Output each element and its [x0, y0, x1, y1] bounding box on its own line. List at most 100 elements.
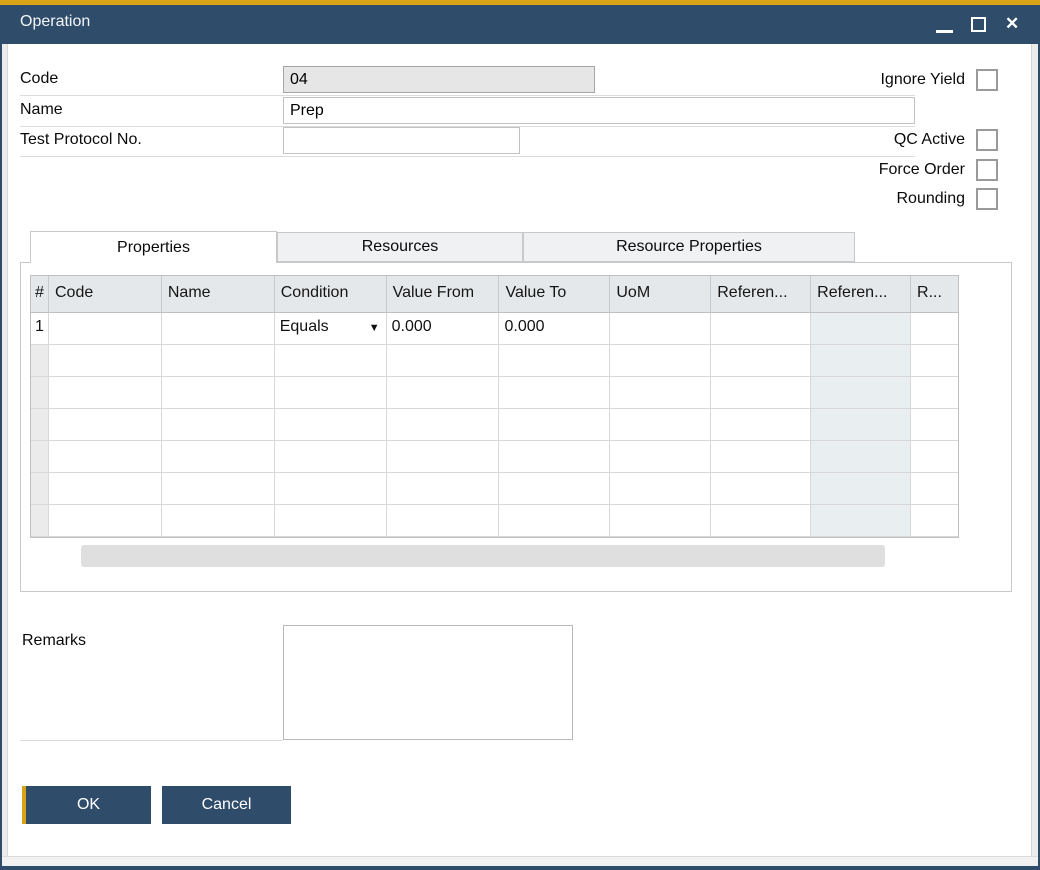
- remarks-textarea[interactable]: [283, 625, 573, 740]
- rounding-checkbox[interactable]: [976, 188, 998, 210]
- r-cell[interactable]: [911, 409, 958, 441]
- ignore-yield-checkbox[interactable]: [976, 69, 998, 91]
- reference2-cell[interactable]: [811, 473, 911, 505]
- reference1-cell[interactable]: [711, 505, 811, 537]
- condition-cell[interactable]: Equals ▼: [275, 313, 387, 345]
- table-row-1[interactable]: 1 Equals ▼ 0.000 0.000: [31, 313, 958, 345]
- value-from-cell[interactable]: [387, 473, 500, 505]
- reference1-cell[interactable]: [711, 313, 811, 345]
- minimize-button[interactable]: [928, 5, 962, 44]
- name-input[interactable]: [283, 97, 915, 124]
- column-header-reference1[interactable]: Referen...: [711, 276, 811, 313]
- code-cell[interactable]: [49, 345, 162, 377]
- table-row-empty[interactable]: [31, 473, 958, 505]
- row-number-cell[interactable]: [31, 345, 49, 377]
- condition-cell[interactable]: [275, 473, 387, 505]
- table-row-empty[interactable]: [31, 409, 958, 441]
- column-header-name[interactable]: Name: [162, 276, 275, 313]
- value-from-cell[interactable]: [387, 409, 500, 441]
- tab-resource-properties[interactable]: Resource Properties: [523, 232, 855, 262]
- code-cell[interactable]: [49, 377, 162, 409]
- row-number-cell[interactable]: [31, 473, 49, 505]
- r-cell[interactable]: [911, 473, 958, 505]
- uom-cell[interactable]: [610, 473, 711, 505]
- close-button[interactable]: ✕: [998, 5, 1032, 44]
- code-cell[interactable]: [49, 441, 162, 473]
- code-cell[interactable]: [49, 409, 162, 441]
- cancel-button[interactable]: Cancel: [162, 786, 291, 824]
- r-cell[interactable]: [911, 313, 958, 345]
- value-to-cell[interactable]: [499, 441, 610, 473]
- column-header-r[interactable]: R...: [911, 276, 958, 313]
- reference2-cell[interactable]: [811, 409, 911, 441]
- column-header-value-from[interactable]: Value From: [387, 276, 500, 313]
- ok-button[interactable]: OK: [26, 786, 151, 824]
- column-header-num[interactable]: #: [31, 276, 49, 313]
- value-from-cell[interactable]: [387, 377, 500, 409]
- column-header-reference2[interactable]: Referen...: [811, 276, 911, 313]
- row-number-cell[interactable]: [31, 377, 49, 409]
- value-from-cell[interactable]: [387, 505, 500, 537]
- r-cell[interactable]: [911, 441, 958, 473]
- table-row-empty[interactable]: [31, 345, 958, 377]
- uom-cell[interactable]: [610, 377, 711, 409]
- uom-cell[interactable]: [610, 505, 711, 537]
- reference2-cell[interactable]: [811, 313, 911, 345]
- value-to-cell[interactable]: [499, 377, 610, 409]
- reference2-cell[interactable]: [811, 345, 911, 377]
- column-header-value-to[interactable]: Value To: [499, 276, 610, 313]
- table-row-empty[interactable]: [31, 505, 958, 537]
- value-from-cell[interactable]: [387, 441, 500, 473]
- name-cell[interactable]: [162, 409, 275, 441]
- value-to-cell[interactable]: [499, 409, 610, 441]
- reference1-cell[interactable]: [711, 409, 811, 441]
- reference1-cell[interactable]: [711, 441, 811, 473]
- horizontal-scrollbar[interactable]: [81, 545, 885, 567]
- value-to-cell[interactable]: [499, 505, 610, 537]
- name-cell[interactable]: [162, 473, 275, 505]
- row-number-cell[interactable]: [31, 441, 49, 473]
- r-cell[interactable]: [911, 377, 958, 409]
- row-number-cell[interactable]: [31, 409, 49, 441]
- uom-cell[interactable]: [610, 409, 711, 441]
- r-cell[interactable]: [911, 505, 958, 537]
- value-to-cell[interactable]: [499, 345, 610, 377]
- maximize-button[interactable]: [963, 5, 997, 44]
- code-cell[interactable]: [49, 505, 162, 537]
- dropdown-arrow-icon[interactable]: ▼: [369, 318, 382, 334]
- condition-cell[interactable]: [275, 441, 387, 473]
- value-to-cell[interactable]: [499, 473, 610, 505]
- condition-cell[interactable]: [275, 377, 387, 409]
- tab-resources[interactable]: Resources: [277, 232, 523, 262]
- row-number-cell[interactable]: 1: [31, 313, 49, 345]
- code-cell[interactable]: [49, 313, 162, 345]
- reference2-cell[interactable]: [811, 505, 911, 537]
- uom-cell[interactable]: [610, 441, 711, 473]
- r-cell[interactable]: [911, 345, 958, 377]
- table-row-empty[interactable]: [31, 441, 958, 473]
- column-header-code[interactable]: Code: [49, 276, 162, 313]
- uom-cell[interactable]: [610, 345, 711, 377]
- reference1-cell[interactable]: [711, 377, 811, 409]
- test-protocol-input[interactable]: [283, 127, 520, 154]
- reference1-cell[interactable]: [711, 473, 811, 505]
- qc-active-checkbox[interactable]: [976, 129, 998, 151]
- table-row-empty[interactable]: [31, 377, 958, 409]
- condition-cell[interactable]: [275, 505, 387, 537]
- name-cell[interactable]: [162, 345, 275, 377]
- value-from-cell[interactable]: 0.000: [387, 313, 500, 345]
- tab-properties[interactable]: Properties: [30, 231, 277, 263]
- name-cell[interactable]: [162, 313, 275, 345]
- reference1-cell[interactable]: [711, 345, 811, 377]
- code-cell[interactable]: [49, 473, 162, 505]
- row-number-cell[interactable]: [31, 505, 49, 537]
- column-header-uom[interactable]: UoM: [610, 276, 711, 313]
- reference2-cell[interactable]: [811, 377, 911, 409]
- reference2-cell[interactable]: [811, 441, 911, 473]
- condition-cell[interactable]: [275, 345, 387, 377]
- force-order-checkbox[interactable]: [976, 159, 998, 181]
- column-header-condition[interactable]: Condition: [275, 276, 387, 313]
- name-cell[interactable]: [162, 377, 275, 409]
- name-cell[interactable]: [162, 505, 275, 537]
- condition-cell[interactable]: [275, 409, 387, 441]
